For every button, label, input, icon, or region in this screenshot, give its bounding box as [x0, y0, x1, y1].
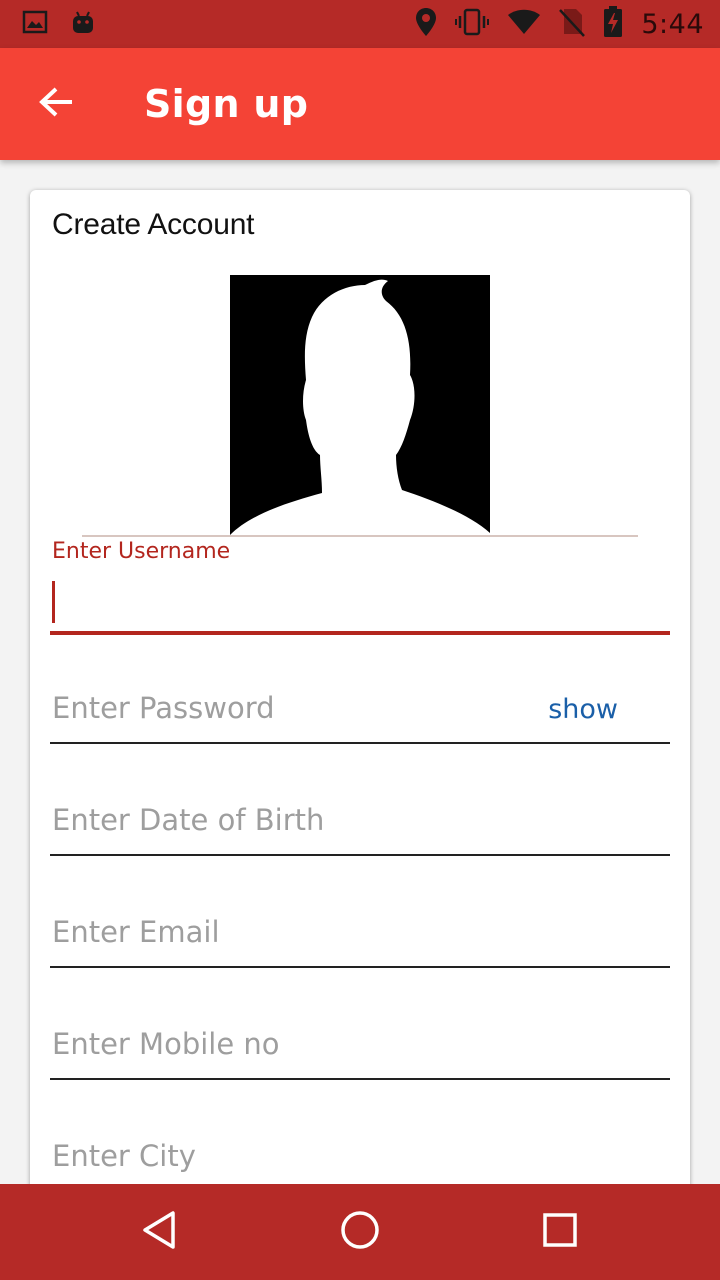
nav-recents-button[interactable]: [530, 1202, 590, 1262]
location-icon: [415, 7, 437, 42]
signup-screen: 5:44 Sign up Create Account Enter Userna…: [0, 0, 720, 1280]
status-left-icons: [22, 8, 96, 40]
mobile-field-group: [50, 1016, 674, 1084]
system-nav-bar: [0, 1184, 720, 1280]
username-field-group: Enter Username: [50, 535, 674, 635]
status-right-icons: 5:44: [415, 5, 704, 43]
password-field-group: show: [50, 680, 674, 748]
home-circle-icon: [340, 1210, 380, 1255]
status-bar: 5:44: [0, 0, 720, 48]
signup-card: Create Account Enter Username show: [30, 190, 690, 1280]
back-button[interactable]: [28, 76, 84, 132]
password-underline: [50, 742, 670, 744]
username-input[interactable]: [50, 575, 674, 629]
dob-underline: [50, 854, 670, 856]
battery-charging-icon: [603, 5, 623, 43]
email-underline: [50, 966, 670, 968]
dob-field-group: [50, 792, 674, 860]
vibrate-icon: [455, 8, 490, 41]
android-debug-icon: [70, 9, 96, 40]
mobile-underline: [50, 1078, 670, 1080]
profile-photo[interactable]: [230, 275, 490, 535]
page-title: Sign up: [144, 82, 309, 126]
wifi-icon: [507, 9, 541, 40]
show-password-toggle[interactable]: show: [548, 694, 618, 725]
no-sim-icon: [559, 7, 586, 42]
username-underline: [50, 631, 670, 635]
recents-square-icon: [542, 1212, 578, 1253]
status-time: 5:44: [641, 8, 704, 40]
nav-home-button[interactable]: [330, 1202, 390, 1262]
gallery-icon: [22, 10, 48, 39]
email-field-group: [50, 904, 674, 972]
mobile-input[interactable]: [50, 1016, 674, 1072]
app-bar: Sign up: [0, 48, 720, 160]
email-input[interactable]: [50, 904, 674, 960]
default-profile-silhouette-icon: [230, 275, 490, 535]
username-label: Enter Username: [52, 539, 231, 564]
back-triangle-icon: [140, 1210, 180, 1255]
dob-input[interactable]: [50, 792, 674, 848]
city-input[interactable]: [50, 1128, 674, 1184]
card-heading: Create Account: [52, 208, 255, 241]
nav-back-button[interactable]: [130, 1202, 190, 1262]
arrow-left-icon: [38, 86, 74, 123]
